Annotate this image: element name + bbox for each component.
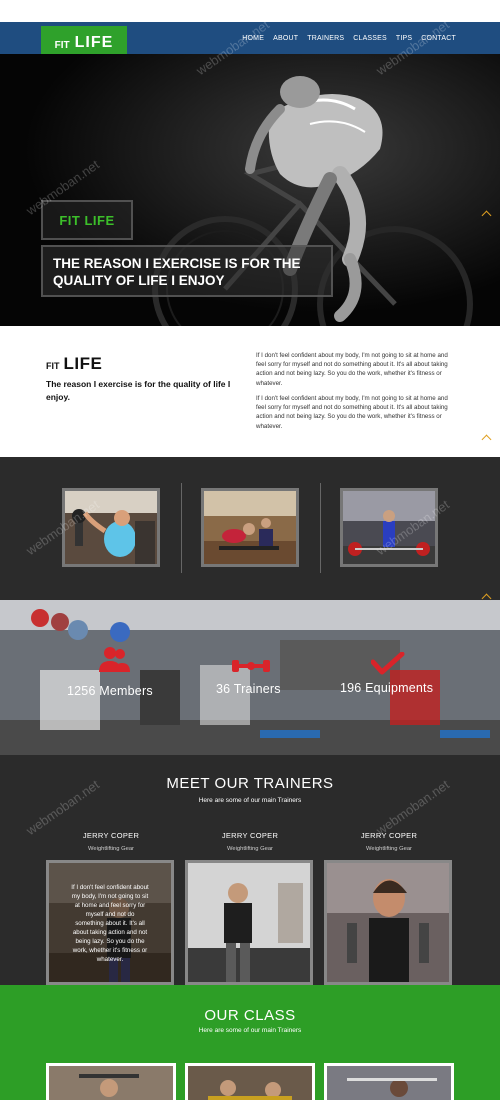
class-section: OUR CLASS Here are some of our main Trai… — [0, 985, 500, 1100]
intro-section: FIT LIFE The reason I exercise is for th… — [0, 326, 500, 457]
top-strip — [0, 0, 500, 22]
nav-tips[interactable]: TIPS — [396, 35, 412, 42]
class-photo-1[interactable] — [46, 1063, 176, 1100]
class-photo-3[interactable] — [324, 1063, 454, 1100]
intro-logo: FIT LIFE — [46, 354, 102, 374]
divider — [181, 483, 182, 573]
hero-tag: FIT LIFE — [41, 200, 133, 240]
nav-menu: HOME ABOUT TRAINERS CLASSES TIPS CONTACT — [242, 22, 456, 54]
gallery-image-2[interactable] — [201, 488, 299, 567]
equipments-count: 196 Equipments — [340, 681, 434, 695]
chevron-up-icon[interactable] — [482, 434, 491, 440]
trainer-role: Weightlifting Gear — [88, 846, 134, 852]
equipments-icon — [371, 652, 405, 675]
hero-title-line1: THE REASON I EXERCISE IS FOR THE — [53, 256, 301, 271]
divider — [320, 483, 321, 573]
hero-tag-text: FIT LIFE — [59, 212, 115, 228]
hero-title-box: THE REASON I EXERCISE IS FOR THE QUALITY… — [41, 245, 333, 297]
trainer-photo-3[interactable] — [324, 860, 452, 985]
intro-logo-prefix: FIT — [46, 361, 60, 371]
gallery-image-3[interactable] — [340, 488, 438, 567]
trainer-role: Weightlifting Gear — [227, 846, 273, 852]
class-subtitle: Here are some of our main Trainers — [198, 1027, 302, 1034]
gallery-section — [0, 457, 500, 600]
class-title: OUR CLASS — [204, 1007, 296, 1024]
chevron-up-icon[interactable] — [482, 593, 491, 599]
gallery-image-1[interactable] — [62, 488, 160, 567]
trainer-name: JERRY COPER — [360, 831, 418, 840]
gym-background-image — [0, 600, 500, 755]
trainer-name: JERRY COPER — [221, 831, 279, 840]
nav-trainers[interactable]: TRAINERS — [307, 35, 344, 42]
trainers-section: MEET OUR TRAINERS Here are some of our m… — [0, 755, 500, 985]
nav-contact[interactable]: CONTACT — [421, 35, 456, 42]
trainer-role: Weightlifting Gear — [366, 846, 412, 852]
logo-prefix: FIT — [54, 40, 70, 51]
chevron-up-icon[interactable] — [482, 210, 491, 216]
intro-paragraph-2: If I don't feel confident about my body,… — [256, 395, 448, 430]
trainers-icon — [232, 660, 270, 672]
hero-banner: FIT LIFE THE REASON I EXERCISE IS FOR TH… — [0, 54, 500, 326]
trainer-name: JERRY COPER — [82, 831, 140, 840]
intro-paragraph-1: If I don't feel confident about my body,… — [256, 352, 448, 387]
members-icon — [99, 647, 130, 672]
intro-logo-name: LIFE — [63, 354, 103, 373]
trainer-bio-overlay: If I don't feel confident about my body,… — [49, 863, 171, 982]
logo-name: LIFE — [74, 33, 114, 51]
stats-section: 1256 Members 36 Trainers 196 Equipments — [0, 600, 500, 755]
intro-tagline: The reason I exercise is for the quality… — [46, 379, 231, 402]
trainer-photo-2[interactable] — [185, 860, 313, 985]
class-photo-2[interactable] — [185, 1063, 315, 1100]
trainers-title: MEET OUR TRAINERS — [166, 775, 334, 792]
nav-about[interactable]: ABOUT — [273, 35, 298, 42]
members-count: 1256 Members — [67, 684, 153, 698]
trainer-photo-1[interactable]: If I don't feel confident about my body,… — [46, 860, 174, 985]
hero-title-line2: QUALITY OF LIFE I ENJOY — [53, 273, 225, 288]
nav-classes[interactable]: CLASSES — [353, 35, 387, 42]
trainers-count: 36 Trainers — [216, 682, 281, 696]
trainers-subtitle: Here are some of our main Trainers — [198, 797, 302, 804]
nav-home[interactable]: HOME — [242, 35, 264, 42]
